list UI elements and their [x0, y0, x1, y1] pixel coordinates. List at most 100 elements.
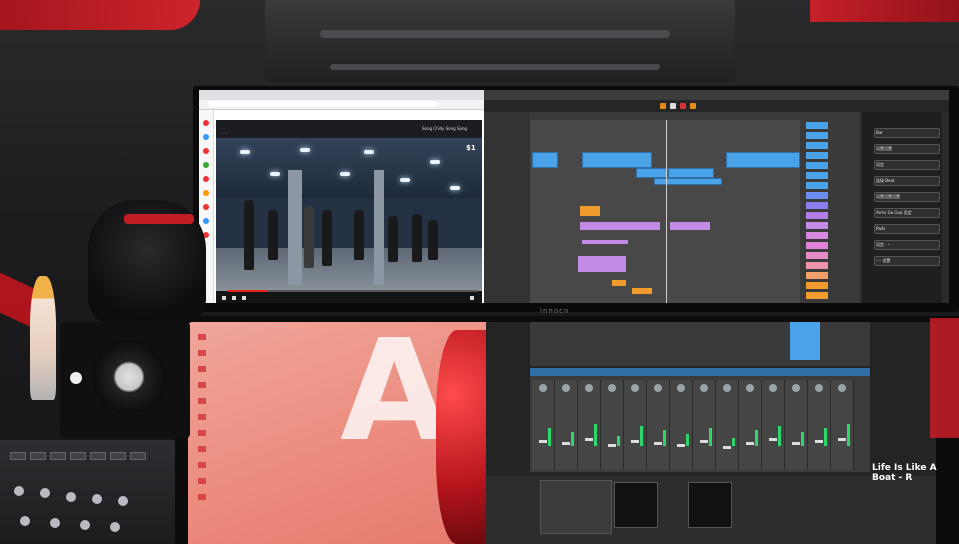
- mixer-channel-strip[interactable]: [532, 380, 555, 470]
- console-knob[interactable]: [118, 496, 128, 506]
- track-color-chip[interactable]: [806, 292, 828, 299]
- desktop-icon[interactable]: [198, 382, 206, 388]
- mixer-channel-strip[interactable]: [578, 380, 601, 470]
- volume-fader[interactable]: [723, 446, 731, 449]
- audio-clip[interactable]: [636, 168, 668, 178]
- side-panel-item[interactable]: [874, 128, 940, 138]
- mixer-channel-strip[interactable]: [601, 380, 624, 470]
- mixer-channel-strip[interactable]: [739, 380, 762, 470]
- mixer-channel-strip[interactable]: [785, 380, 808, 470]
- pan-knob[interactable]: [746, 384, 754, 392]
- console-knob[interactable]: [66, 492, 76, 502]
- pan-knob[interactable]: [700, 384, 708, 392]
- sidebar-app-icon[interactable]: [203, 148, 209, 154]
- pan-knob[interactable]: [677, 384, 685, 392]
- sidebar-app-icon[interactable]: [203, 162, 209, 168]
- desktop-icon[interactable]: [198, 366, 206, 372]
- console-button[interactable]: [30, 452, 46, 460]
- timeline-ruler[interactable]: [530, 112, 800, 120]
- console-knob[interactable]: [20, 516, 30, 526]
- browser-tab-strip[interactable]: [199, 90, 484, 100]
- address-bar[interactable]: [208, 101, 438, 107]
- track-color-chip[interactable]: [806, 282, 828, 289]
- sidebar-app-icon[interactable]: [203, 134, 209, 140]
- pan-knob[interactable]: [654, 384, 662, 392]
- pan-knob[interactable]: [608, 384, 616, 392]
- volume-fader[interactable]: [769, 438, 777, 441]
- audio-clip[interactable]: [668, 168, 714, 178]
- track-color-chip[interactable]: [806, 192, 828, 199]
- console-button[interactable]: [70, 452, 86, 460]
- mixer-channel-strip[interactable]: [762, 380, 785, 470]
- mixer-channel-strip[interactable]: [831, 380, 854, 470]
- audio-clip[interactable]: [582, 152, 652, 168]
- track-color-chip[interactable]: [806, 142, 828, 149]
- pan-knob[interactable]: [838, 384, 846, 392]
- desktop-icon[interactable]: [198, 462, 206, 468]
- desktop-icon[interactable]: [198, 430, 206, 436]
- track-color-chip[interactable]: [806, 262, 828, 269]
- volume-fader[interactable]: [792, 442, 800, 445]
- pan-knob[interactable]: [585, 384, 593, 392]
- sidebar-app-icon[interactable]: [203, 176, 209, 182]
- track-color-chip[interactable]: [806, 182, 828, 189]
- audio-clip[interactable]: [654, 178, 722, 185]
- midi-clip[interactable]: [632, 288, 652, 294]
- midi-clip[interactable]: [582, 240, 628, 244]
- desktop-icon[interactable]: [198, 414, 206, 420]
- midi-clip[interactable]: [670, 222, 710, 230]
- pan-knob[interactable]: [539, 384, 547, 392]
- track-color-chip[interactable]: [806, 222, 828, 229]
- pan-knob[interactable]: [562, 384, 570, 392]
- track-color-chip[interactable]: [806, 152, 828, 159]
- sidebar-app-icon[interactable]: [203, 120, 209, 126]
- pan-knob[interactable]: [815, 384, 823, 392]
- console-button[interactable]: [130, 452, 146, 460]
- track-color-chip[interactable]: [806, 132, 828, 139]
- playhead[interactable]: [666, 120, 667, 303]
- console-knob[interactable]: [50, 518, 60, 528]
- mixer-channel-strip[interactable]: [624, 380, 647, 470]
- track-color-chip[interactable]: [806, 122, 828, 129]
- pan-knob[interactable]: [723, 384, 731, 392]
- console-knob[interactable]: [80, 520, 90, 530]
- console-knob[interactable]: [110, 522, 120, 532]
- midi-clip[interactable]: [580, 222, 660, 230]
- volume-fader[interactable]: [585, 438, 593, 441]
- midi-clip[interactable]: [580, 206, 600, 216]
- audio-clip[interactable]: [532, 152, 558, 168]
- mixer-channel-strip[interactable]: [670, 380, 693, 470]
- console-button[interactable]: [10, 452, 26, 460]
- midi-clip[interactable]: [578, 256, 626, 272]
- audio-clip[interactable]: [790, 322, 820, 360]
- pan-knob[interactable]: [631, 384, 639, 392]
- midi-clip[interactable]: [612, 280, 626, 286]
- mixer-channel-strip[interactable]: [647, 380, 670, 470]
- track-color-chip[interactable]: [806, 272, 828, 279]
- next-icon[interactable]: [232, 296, 236, 300]
- track-color-chip[interactable]: [806, 232, 828, 239]
- console-knob[interactable]: [40, 488, 50, 498]
- play-button[interactable]: [660, 103, 666, 109]
- loop-button[interactable]: [690, 103, 696, 109]
- volume-fader[interactable]: [654, 442, 662, 445]
- pan-knob[interactable]: [769, 384, 777, 392]
- desktop-icon[interactable]: [198, 446, 206, 452]
- sidebar-app-icon[interactable]: [203, 218, 209, 224]
- desktop-icon[interactable]: [198, 350, 206, 356]
- volume-fader[interactable]: [562, 442, 570, 445]
- volume-fader[interactable]: [539, 440, 547, 443]
- mixer-channel-strip[interactable]: [693, 380, 716, 470]
- mixer-channel-strip[interactable]: [808, 380, 831, 470]
- console-knob[interactable]: [14, 486, 24, 496]
- volume-fader[interactable]: [815, 440, 823, 443]
- daw-browser-panel[interactable]: [484, 112, 530, 303]
- arrangement-timeline[interactable]: [530, 120, 800, 303]
- stop-button[interactable]: [670, 103, 676, 109]
- console-button[interactable]: [50, 452, 66, 460]
- track-color-chip[interactable]: [806, 252, 828, 259]
- mixer-channel-strip[interactable]: [716, 380, 739, 470]
- volume-icon[interactable]: [242, 296, 246, 300]
- volume-fader[interactable]: [608, 444, 616, 447]
- volume-fader[interactable]: [838, 438, 846, 441]
